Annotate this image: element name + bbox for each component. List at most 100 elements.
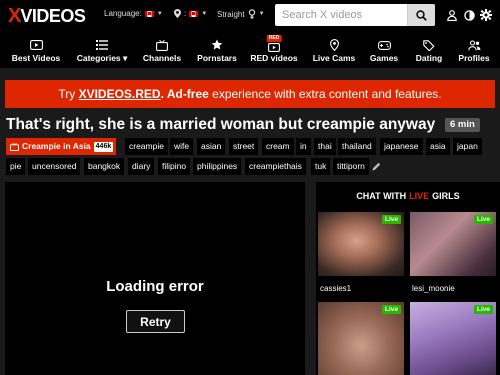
- orientation-selector[interactable]: Straight ▼: [217, 9, 265, 19]
- tag-item[interactable]: pie: [6, 158, 26, 175]
- tag-item[interactable]: japanese: [380, 138, 423, 155]
- retry-button[interactable]: Retry: [126, 310, 185, 333]
- nav-label: Channels: [142, 53, 182, 63]
- nav-red-videos[interactable]: RED RED videos: [248, 32, 300, 68]
- country-label: :: [184, 9, 187, 18]
- tag-item[interactable]: asian: [197, 138, 226, 155]
- user-icon[interactable]: [445, 8, 459, 22]
- heading-suffix: GIRLS: [432, 191, 460, 201]
- nav-channels[interactable]: Channels: [138, 32, 186, 68]
- location-pin-icon: [174, 9, 181, 18]
- cam-thumbnail[interactable]: Live: [410, 212, 496, 276]
- contrast-icon[interactable]: [462, 8, 476, 22]
- cam-name[interactable]: cassies1: [320, 284, 351, 293]
- tag-item[interactable]: filipino: [158, 158, 191, 175]
- nav-label: Games: [369, 53, 399, 63]
- tag-item[interactable]: asia: [426, 138, 450, 155]
- nav-live-cams[interactable]: Live Cams: [310, 32, 358, 68]
- chevron-down-icon: ▼: [156, 10, 163, 17]
- tag-item[interactable]: uncensored: [28, 158, 81, 175]
- country-selector[interactable]: : ▼: [174, 9, 207, 18]
- cam-thumbnail[interactable]: Live: [318, 302, 404, 375]
- nav-pornstars[interactable]: Pornstars: [194, 32, 240, 68]
- cam-thumbnail[interactable]: Live: [410, 302, 496, 375]
- channel-tag[interactable]: Creampie in Asia 446k: [6, 138, 117, 155]
- live-cams-sidebar: CHAT WITH LIVE GIRLS Live cassies1 Live …: [316, 182, 500, 375]
- tag-item[interactable]: creampiethais: [245, 158, 306, 175]
- tag-item[interactable]: diary: [128, 158, 155, 175]
- tag-item[interactable]: wife: [170, 138, 194, 155]
- nav-games[interactable]: Games: [366, 32, 402, 68]
- live-badge: Live: [381, 215, 401, 224]
- live-badge: Live: [473, 305, 493, 314]
- language-selector[interactable]: Language: ▼: [104, 9, 163, 18]
- nav-label: Live Cams: [312, 53, 356, 63]
- nav-dating[interactable]: Dating: [410, 32, 448, 68]
- red-badge: RED: [266, 35, 282, 42]
- tv-icon: [10, 142, 19, 151]
- tag-item[interactable]: creampie: [125, 138, 168, 155]
- tag-item[interactable]: thai: [314, 138, 336, 155]
- promo-bold: . Ad-free: [160, 87, 209, 101]
- tag-item[interactable]: thailand: [338, 138, 376, 155]
- tv-icon: [156, 37, 168, 53]
- video-player[interactable]: Loading error Retry: [5, 182, 305, 375]
- promo-prefix: Try: [58, 87, 79, 101]
- nav-best-videos[interactable]: Best Videos: [4, 32, 68, 68]
- tag-item[interactable]: japan: [453, 138, 482, 155]
- cam-name[interactable]: lesi_moonie: [412, 284, 455, 293]
- cam-thumbnail[interactable]: Live: [318, 212, 404, 276]
- loading-error-text: Loading error: [106, 278, 204, 295]
- logo-text: VIDEOS: [20, 5, 86, 26]
- tag-item[interactable]: philippines: [193, 158, 242, 175]
- search-box: [275, 4, 435, 26]
- tag-item[interactable]: street: [229, 138, 259, 155]
- star-icon: [211, 37, 223, 53]
- pin-icon: [329, 37, 339, 53]
- tag-item[interactable]: tittiporn: [333, 158, 369, 175]
- language-label: Language:: [104, 9, 142, 18]
- heading-live: LIVE: [409, 191, 430, 201]
- nav-label: Best Videos: [11, 53, 61, 63]
- chevron-down-icon: ▼: [258, 11, 265, 17]
- nav-label: RED videos: [250, 53, 298, 63]
- nav-label: Dating: [415, 53, 443, 63]
- nav-categories[interactable]: Categories ▾: [72, 32, 132, 68]
- orientation-label: Straight: [217, 9, 245, 19]
- tag-item[interactable]: tuk: [311, 158, 331, 175]
- nav-label: Pornstars: [197, 53, 237, 63]
- gear-icon[interactable]: [479, 8, 493, 22]
- nav-label: Profiles: [458, 53, 490, 63]
- main-nav: Best Videos Categories ▾ Channels Pornst…: [0, 32, 500, 68]
- chevron-down-icon: ▼: [201, 10, 208, 17]
- heading-prefix: CHAT WITH: [356, 191, 407, 201]
- live-badge: Live: [473, 215, 493, 224]
- users-icon: [467, 37, 481, 53]
- search-button[interactable]: [407, 4, 435, 26]
- logo-x: X: [8, 4, 21, 27]
- search-icon: [416, 9, 427, 21]
- duration-badge: 6 min: [445, 118, 480, 132]
- site-logo[interactable]: X VIDEOS: [8, 4, 86, 27]
- gamepad-icon: [377, 37, 391, 53]
- sidebar-heading: CHAT WITH LIVE GIRLS: [316, 182, 500, 210]
- search-input[interactable]: [275, 4, 407, 26]
- nav-label: Categories ▾: [76, 53, 128, 63]
- canada-flag-icon: [189, 10, 199, 17]
- female-symbol-icon: [248, 9, 255, 19]
- tag-item[interactable]: cream: [262, 138, 294, 155]
- promo-link[interactable]: XVIDEOS.RED: [79, 87, 161, 101]
- list-icon: [96, 37, 108, 53]
- channel-name: Creampie in Asia: [22, 141, 91, 151]
- canada-flag-icon: [144, 10, 154, 17]
- tag-item[interactable]: bangkok: [84, 158, 125, 175]
- play-icon: [29, 37, 43, 53]
- edit-tags-icon[interactable]: [371, 160, 381, 172]
- promo-suffix: experience with extra content and featur…: [208, 87, 442, 101]
- top-header: X VIDEOS Language: ▼ : ▼ Straight ▼: [0, 0, 500, 32]
- promo-banner[interactable]: Try XVIDEOS.RED. Ad-free experience with…: [5, 80, 495, 108]
- video-title: That's right, she is a married woman but…: [6, 116, 436, 133]
- tags-icon: [423, 37, 435, 53]
- tag-item[interactable]: in: [296, 138, 311, 155]
- nav-profiles[interactable]: Profiles: [454, 32, 494, 68]
